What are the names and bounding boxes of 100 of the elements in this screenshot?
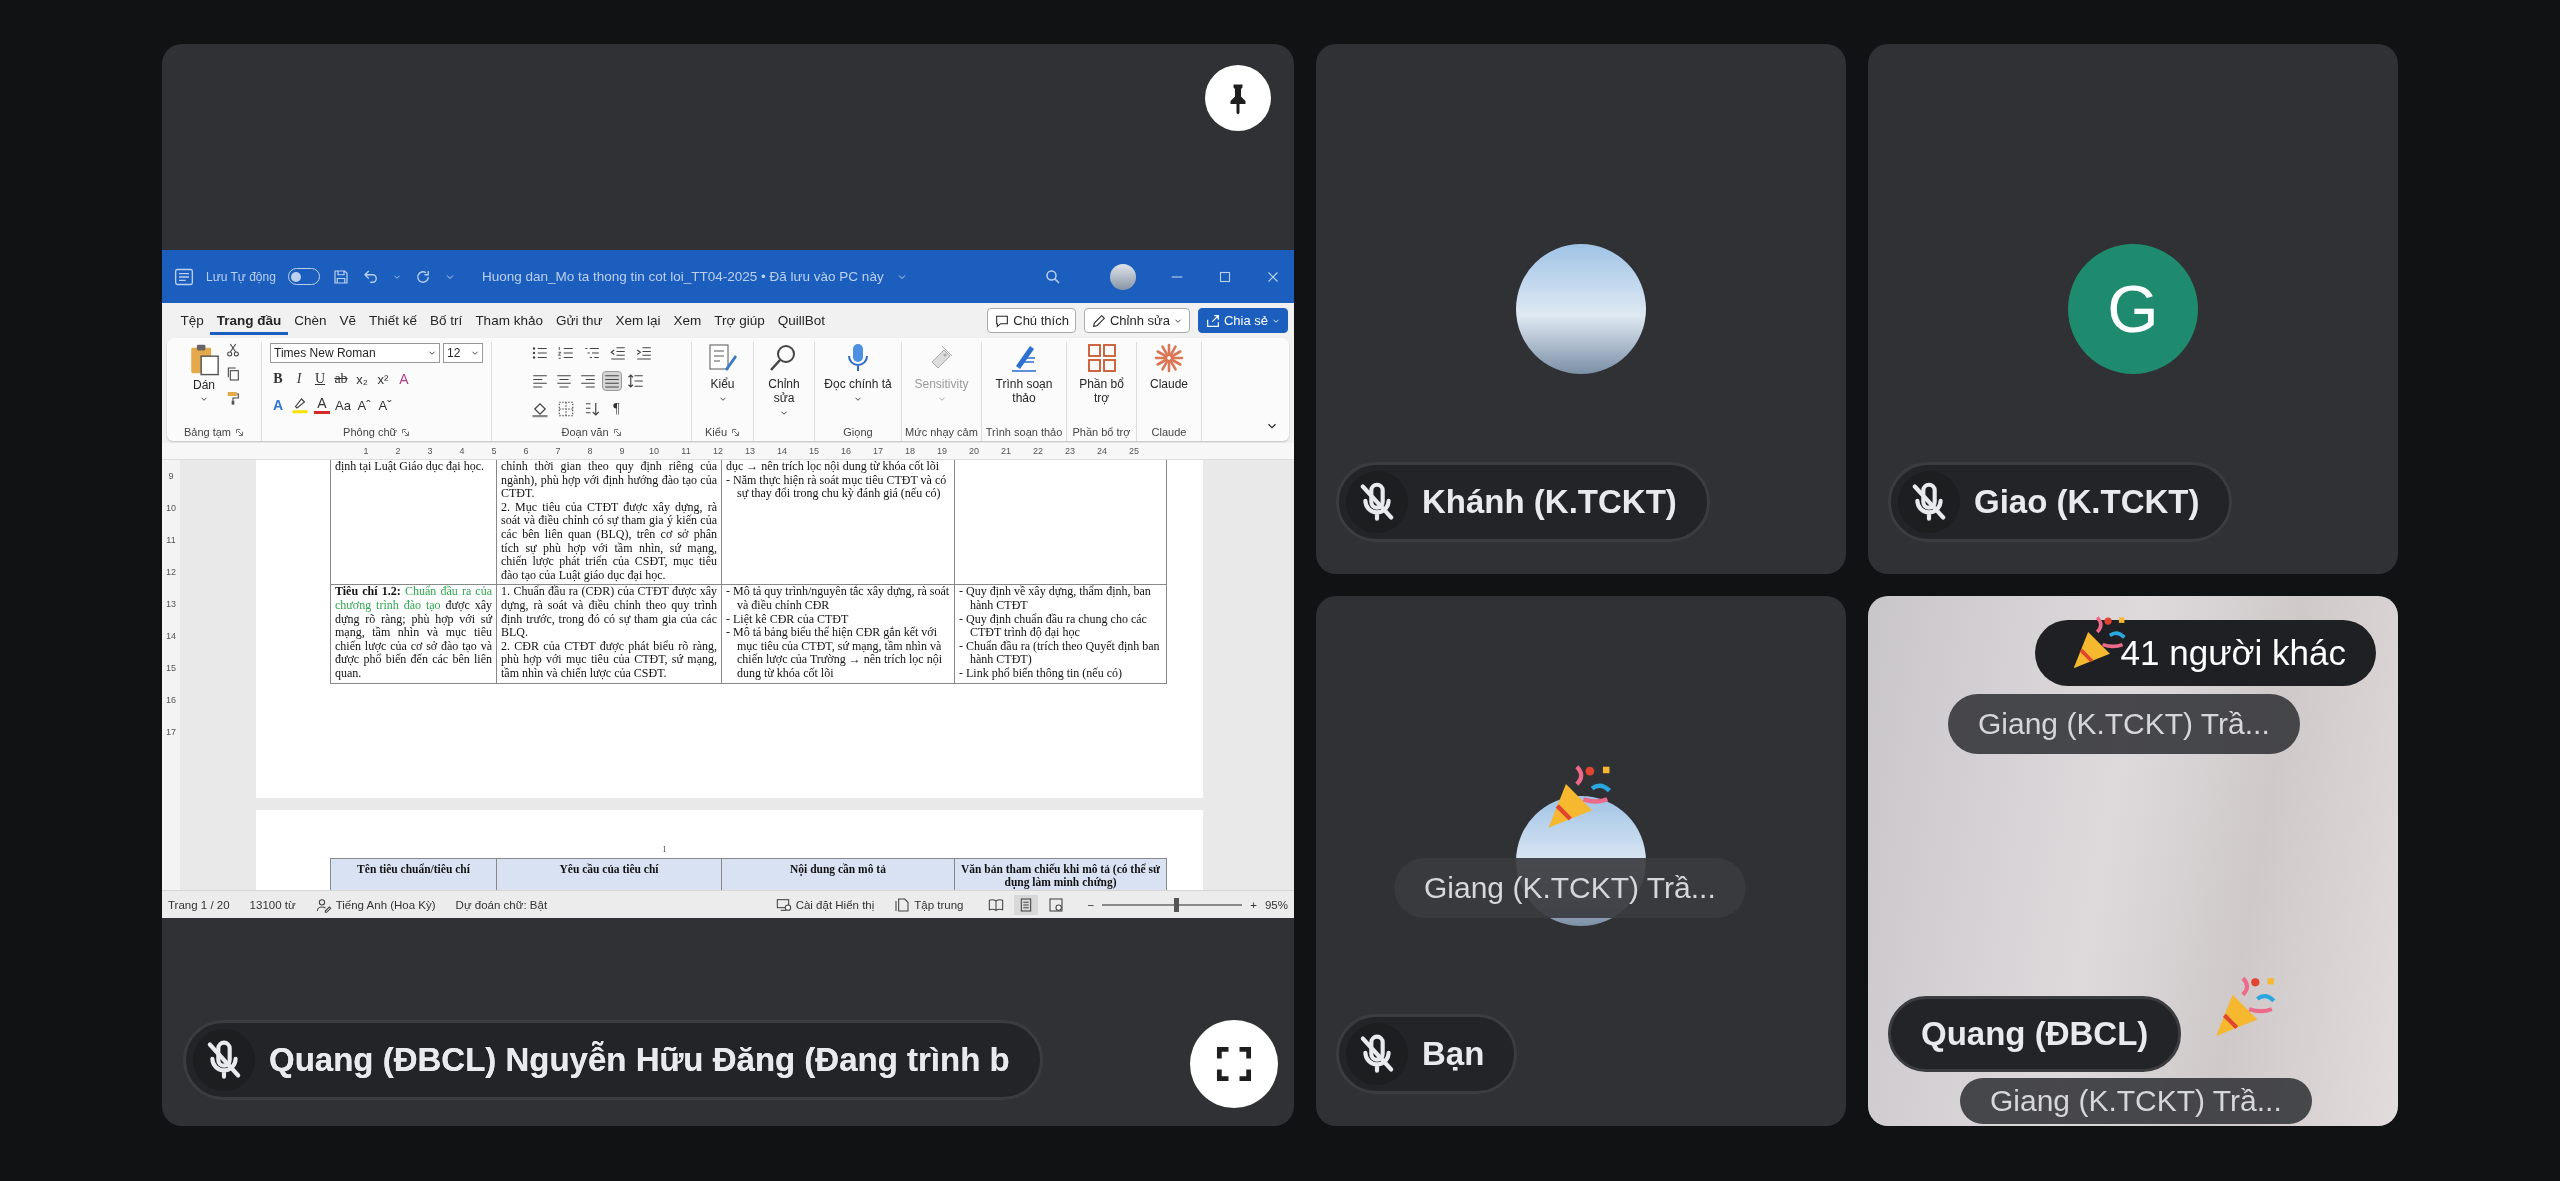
paste-button[interactable]: Dán — [187, 342, 221, 404]
ruler-number: 22 — [1032, 446, 1044, 456]
dialog-launcher-icon[interactable] — [731, 427, 740, 437]
dialog-launcher-icon[interactable] — [612, 427, 622, 437]
editing-mode-button[interactable]: Chỉnh sửa — [1083, 308, 1190, 333]
ruler-number: 11 — [680, 446, 692, 456]
decrease-indent-icon[interactable] — [608, 344, 627, 362]
cut-icon[interactable] — [225, 342, 241, 358]
add-ins-button[interactable]: Phần bổ trợ — [1071, 342, 1132, 405]
format-button[interactable]: x² — [375, 371, 391, 387]
ruler-number: 14 — [776, 446, 788, 456]
claude-button[interactable]: Claude — [1147, 342, 1191, 391]
ruler-number: 1 — [362, 446, 370, 456]
web-view-icon — [1047, 896, 1064, 913]
format-button[interactable]: Aa — [335, 397, 351, 413]
numbering-icon[interactable] — [556, 344, 575, 362]
print-view-button[interactable] — [1013, 894, 1038, 915]
font-name-field[interactable]: Times New Roman — [270, 343, 440, 363]
group-label: Trình soạn thảo — [985, 426, 1063, 438]
format-button[interactable]: U — [312, 371, 328, 387]
proofing-icon[interactable] — [315, 896, 332, 913]
group-label: Đoạn văn — [561, 426, 609, 438]
participant-name: Giao (K.TCKT) — [1974, 483, 2200, 521]
increase-indent-icon[interactable] — [634, 344, 653, 362]
align-left-button[interactable] — [530, 372, 549, 390]
display-icon — [775, 896, 792, 913]
text-prediction-label[interactable]: Dự đoán chữ: Bật — [455, 898, 548, 911]
ruler-number: 18 — [904, 446, 916, 456]
word-count[interactable]: 13100 từ — [249, 898, 296, 911]
ruler-number: 3 — [426, 446, 434, 456]
format-button[interactable]: Aˆ — [356, 397, 372, 413]
highlighter-icon[interactable] — [291, 396, 309, 414]
format-painter-icon[interactable] — [225, 390, 241, 406]
align-justify-button[interactable] — [602, 372, 621, 390]
shading-icon[interactable] — [530, 400, 549, 418]
dialog-launcher-icon[interactable] — [235, 427, 245, 437]
search-icon[interactable] — [1044, 267, 1062, 286]
format-button[interactable]: A — [314, 396, 330, 414]
ruler-number: 24 — [1096, 446, 1108, 456]
format-button[interactable]: A — [270, 397, 286, 413]
ribbon-tab[interactable]: Gửi thư — [549, 306, 609, 335]
ruler-number: 17 — [872, 446, 884, 456]
copy-icon[interactable] — [225, 366, 241, 382]
format-button[interactable]: B — [270, 371, 286, 387]
column-header: Nội dung cần mô tả — [721, 858, 955, 890]
align-justify-icon — [602, 372, 621, 390]
ribbon-tab[interactable]: Tham khảo — [468, 306, 550, 335]
ribbon-tab[interactable]: Thiết kế — [362, 306, 424, 335]
language-label[interactable]: Tiếng Anh (Hoa Kỳ) — [335, 898, 436, 911]
align-center-button[interactable] — [554, 372, 573, 390]
dictate-button[interactable]: Đọc chính tả — [821, 342, 895, 404]
editing-button[interactable]: Chỉnh sửa — [761, 342, 807, 418]
reaction-label: Giang (K.TCKT) Trầ... — [1960, 1078, 2312, 1124]
ruler-number: 4 — [458, 446, 466, 456]
group-label: Giọng — [843, 426, 873, 438]
show-marks-button[interactable]: ¶ — [608, 401, 625, 417]
bullet-item: - Quy định chuẩn đầu ra chung cho các CTĐT trình độ đại học — [959, 612, 1148, 640]
align-right-button[interactable] — [578, 372, 597, 390]
borders-icon[interactable] — [556, 400, 575, 418]
ribbon-tab[interactable]: QuillBot — [771, 306, 832, 335]
format-button[interactable]: A — [396, 371, 412, 387]
font-size: 12 — [447, 346, 461, 360]
document-logo-icon[interactable] — [174, 266, 194, 287]
comment-button[interactable]: Chú thích — [987, 308, 1076, 333]
zoom-in-button[interactable]: + — [1250, 898, 1257, 911]
format-button[interactable]: I — [291, 371, 307, 387]
ribbon-tab[interactable]: Trợ giúp — [707, 306, 772, 335]
styles-button[interactable]: Kiểu — [703, 342, 742, 404]
share-button[interactable]: Chia sẻ — [1197, 308, 1288, 333]
ruler-number: 13 — [165, 598, 177, 611]
read-view-icon — [987, 896, 1004, 913]
column-header: Tên tiêu chuẩn/tiêu chí — [330, 858, 497, 890]
ruler-number: 8 — [586, 446, 594, 456]
save-icon[interactable] — [331, 267, 350, 286]
grid-icon — [1085, 342, 1118, 374]
bullets-icon[interactable] — [530, 344, 549, 362]
ribbon-tab[interactable]: Bố trí — [423, 306, 469, 335]
ribbon-tab[interactable]: Xem — [667, 306, 708, 335]
format-button[interactable]: ab — [333, 371, 349, 387]
ribbon-tab[interactable]: Trang đầu — [210, 306, 288, 335]
zoom-out-button[interactable]: − — [1087, 898, 1095, 911]
zoom-level[interactable]: 95% — [1264, 898, 1288, 911]
format-button[interactable]: x₂ — [354, 371, 370, 387]
ribbon-tab[interactable]: Tệp — [174, 306, 211, 335]
bullet-item: - Năm thực hiện rà soát mục tiêu CTĐT và có sự thay đổi trong chu kỳ đánh giá (nếu có) — [726, 473, 948, 501]
reaction-label: Giang (K.TCKT) Trầ... — [1948, 694, 2300, 754]
format-button[interactable]: Aˇ — [377, 397, 393, 413]
document-title[interactable]: Huong dan_Mo ta thong tin cot loi_TT04-2025 • Đã lưu vào PC này — [481, 269, 884, 284]
font-size-field[interactable]: 12 — [443, 343, 483, 363]
participant-count-badge: 41 người khác — [2034, 620, 2376, 686]
focus-button[interactable]: Tập trung — [894, 896, 964, 913]
ribbon-tab[interactable]: Chèn — [287, 306, 334, 335]
display-settings-button[interactable]: Cài đặt Hiển thị — [775, 896, 875, 913]
line-spacing-icon[interactable] — [626, 372, 645, 390]
editor-button[interactable]: Trình soạn thảo — [986, 342, 1062, 405]
page-count[interactable]: Trang 1 / 20 — [168, 898, 230, 911]
ribbon-tab[interactable]: Xem lại — [609, 306, 668, 335]
ribbon-tab[interactable]: Vẽ — [333, 306, 363, 335]
dialog-launcher-icon[interactable] — [400, 427, 410, 437]
user-avatar[interactable] — [1110, 263, 1136, 290]
